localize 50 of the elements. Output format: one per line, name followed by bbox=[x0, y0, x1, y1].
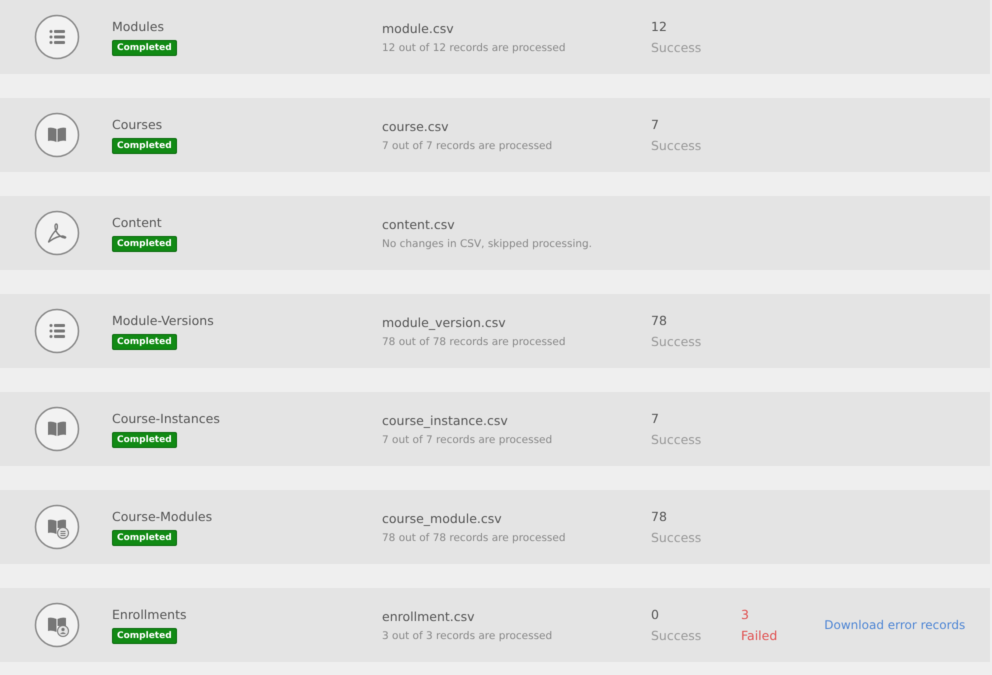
success-count: 7 bbox=[651, 411, 660, 426]
entity-name: Module-Versions bbox=[112, 312, 215, 328]
file-name: course_instance.csv bbox=[382, 412, 509, 428]
entity-name: Courses bbox=[112, 116, 164, 132]
success-label: Success bbox=[651, 530, 702, 545]
processing-note: 12 out of 12 records are processed bbox=[382, 42, 567, 54]
status-badge: Completed bbox=[112, 530, 177, 546]
status-badge: Completed bbox=[112, 40, 177, 56]
pdf-icon bbox=[34, 210, 80, 256]
success-label: Success bbox=[651, 628, 702, 643]
success-label: Success bbox=[651, 138, 702, 153]
list-icon bbox=[34, 14, 80, 60]
status-badge: Completed bbox=[112, 236, 177, 252]
file-name: module.csv bbox=[382, 20, 455, 36]
entity-name: Course-Instances bbox=[112, 410, 221, 426]
entity-name: Enrollments bbox=[112, 606, 188, 622]
file-name: enrollment.csv bbox=[382, 608, 476, 624]
failed-count: 3 bbox=[741, 607, 750, 622]
failed-label: Failed bbox=[741, 628, 778, 643]
file-name: course.csv bbox=[382, 118, 450, 134]
status-badge: Completed bbox=[112, 628, 177, 644]
book-user-icon bbox=[34, 602, 80, 648]
success-count: 7 bbox=[651, 117, 660, 132]
success-label: Success bbox=[651, 334, 702, 349]
entity-name: Content bbox=[112, 214, 163, 230]
entity-name: Modules bbox=[112, 18, 165, 34]
book-icon bbox=[34, 406, 80, 452]
entity-name: Course-Modules bbox=[112, 508, 214, 524]
processing-note: 78 out of 78 records are processed bbox=[382, 532, 567, 544]
file-name: course_module.csv bbox=[382, 510, 503, 526]
processing-note: 7 out of 7 records are processed bbox=[382, 434, 554, 446]
list-icon bbox=[34, 308, 80, 354]
success-count: 0 bbox=[651, 607, 660, 622]
status-badge: Completed bbox=[112, 334, 177, 350]
success-label: Success bbox=[651, 432, 702, 447]
file-name: module_version.csv bbox=[382, 314, 507, 330]
success-count: 78 bbox=[651, 313, 668, 328]
status-badge: Completed bbox=[112, 432, 177, 448]
success-count: 78 bbox=[651, 509, 668, 524]
success-count: 12 bbox=[651, 19, 668, 34]
file-name: content.csv bbox=[382, 216, 456, 232]
processing-note: 78 out of 78 records are processed bbox=[382, 336, 567, 348]
book-icon bbox=[34, 112, 80, 158]
processing-note: No changes in CSV, skipped processing. bbox=[382, 238, 594, 250]
processing-note: 3 out of 3 records are processed bbox=[382, 630, 554, 642]
book-list-icon bbox=[34, 504, 80, 550]
download-link[interactable]: Download error records bbox=[824, 618, 966, 632]
status-badge: Completed bbox=[112, 138, 177, 154]
success-label: Success bbox=[651, 40, 702, 55]
processing-note: 7 out of 7 records are processed bbox=[382, 140, 554, 152]
